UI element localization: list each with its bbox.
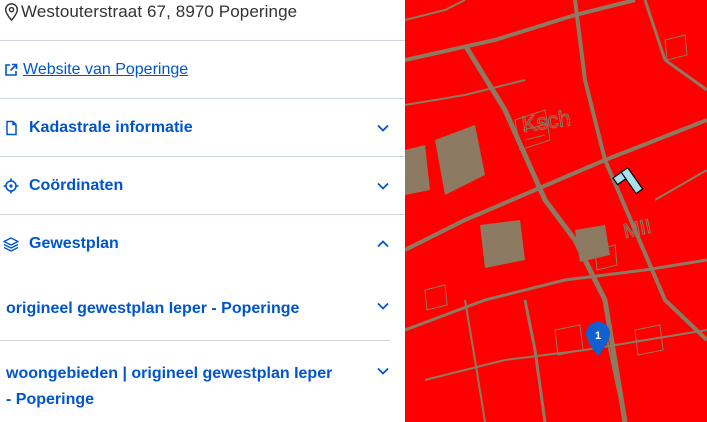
accordion-label: Kadastrale informatie	[29, 119, 193, 136]
chevron-up-icon	[377, 240, 389, 248]
gewestplan-item-woongebieden[interactable]: woongebieden | origineel gewestplan Iepe…	[0, 361, 390, 413]
accordion-coordinaten[interactable]: Coördinaten	[0, 158, 405, 214]
map-canvas: Ksch MII 1	[405, 0, 707, 422]
divider	[0, 98, 405, 99]
accordion-kadastrale-informatie[interactable]: Kadastrale informatie	[0, 100, 405, 156]
website-link[interactable]: Website van Poperinge	[23, 61, 188, 79]
crosshair-icon	[3, 178, 19, 194]
map-view[interactable]: Ksch MII 1	[405, 0, 707, 422]
chevron-down-icon	[377, 124, 389, 132]
divider	[0, 156, 405, 157]
divider	[0, 40, 405, 41]
chevron-down-icon	[377, 182, 389, 190]
layers-icon	[3, 237, 19, 252]
gewestplan-item-label: origineel gewestplan Ieper - Poperinge	[6, 300, 300, 317]
divider	[0, 214, 405, 215]
accordion-label: Coördinaten	[29, 177, 124, 194]
accordion-gewestplan[interactable]: Gewestplan	[0, 216, 405, 272]
gewestplan-item-label: woongebieden | origineel gewestplan Iepe…	[6, 365, 333, 382]
location-pin-icon	[4, 3, 19, 21]
accordion-label: Gewestplan	[29, 235, 119, 252]
gewestplan-item-label-line2: - Poperinge	[6, 391, 95, 408]
external-link-icon	[5, 63, 18, 76]
document-icon	[6, 120, 17, 136]
map-marker-label: 1	[595, 330, 601, 342]
info-panel: Westouterstraat 67, 8970 Poperinge Websi…	[0, 0, 405, 422]
gewestplan-item-origineel[interactable]: origineel gewestplan Ieper - Poperinge	[0, 296, 390, 322]
chevron-down-icon	[377, 367, 389, 375]
divider	[0, 340, 390, 341]
address-text: Westouterstraat 67, 8970 Poperinge	[21, 2, 298, 21]
chevron-down-icon	[377, 302, 389, 310]
website-row[interactable]: Website van Poperinge	[4, 58, 188, 82]
address-row: Westouterstraat 67, 8970 Poperinge	[4, 0, 297, 24]
